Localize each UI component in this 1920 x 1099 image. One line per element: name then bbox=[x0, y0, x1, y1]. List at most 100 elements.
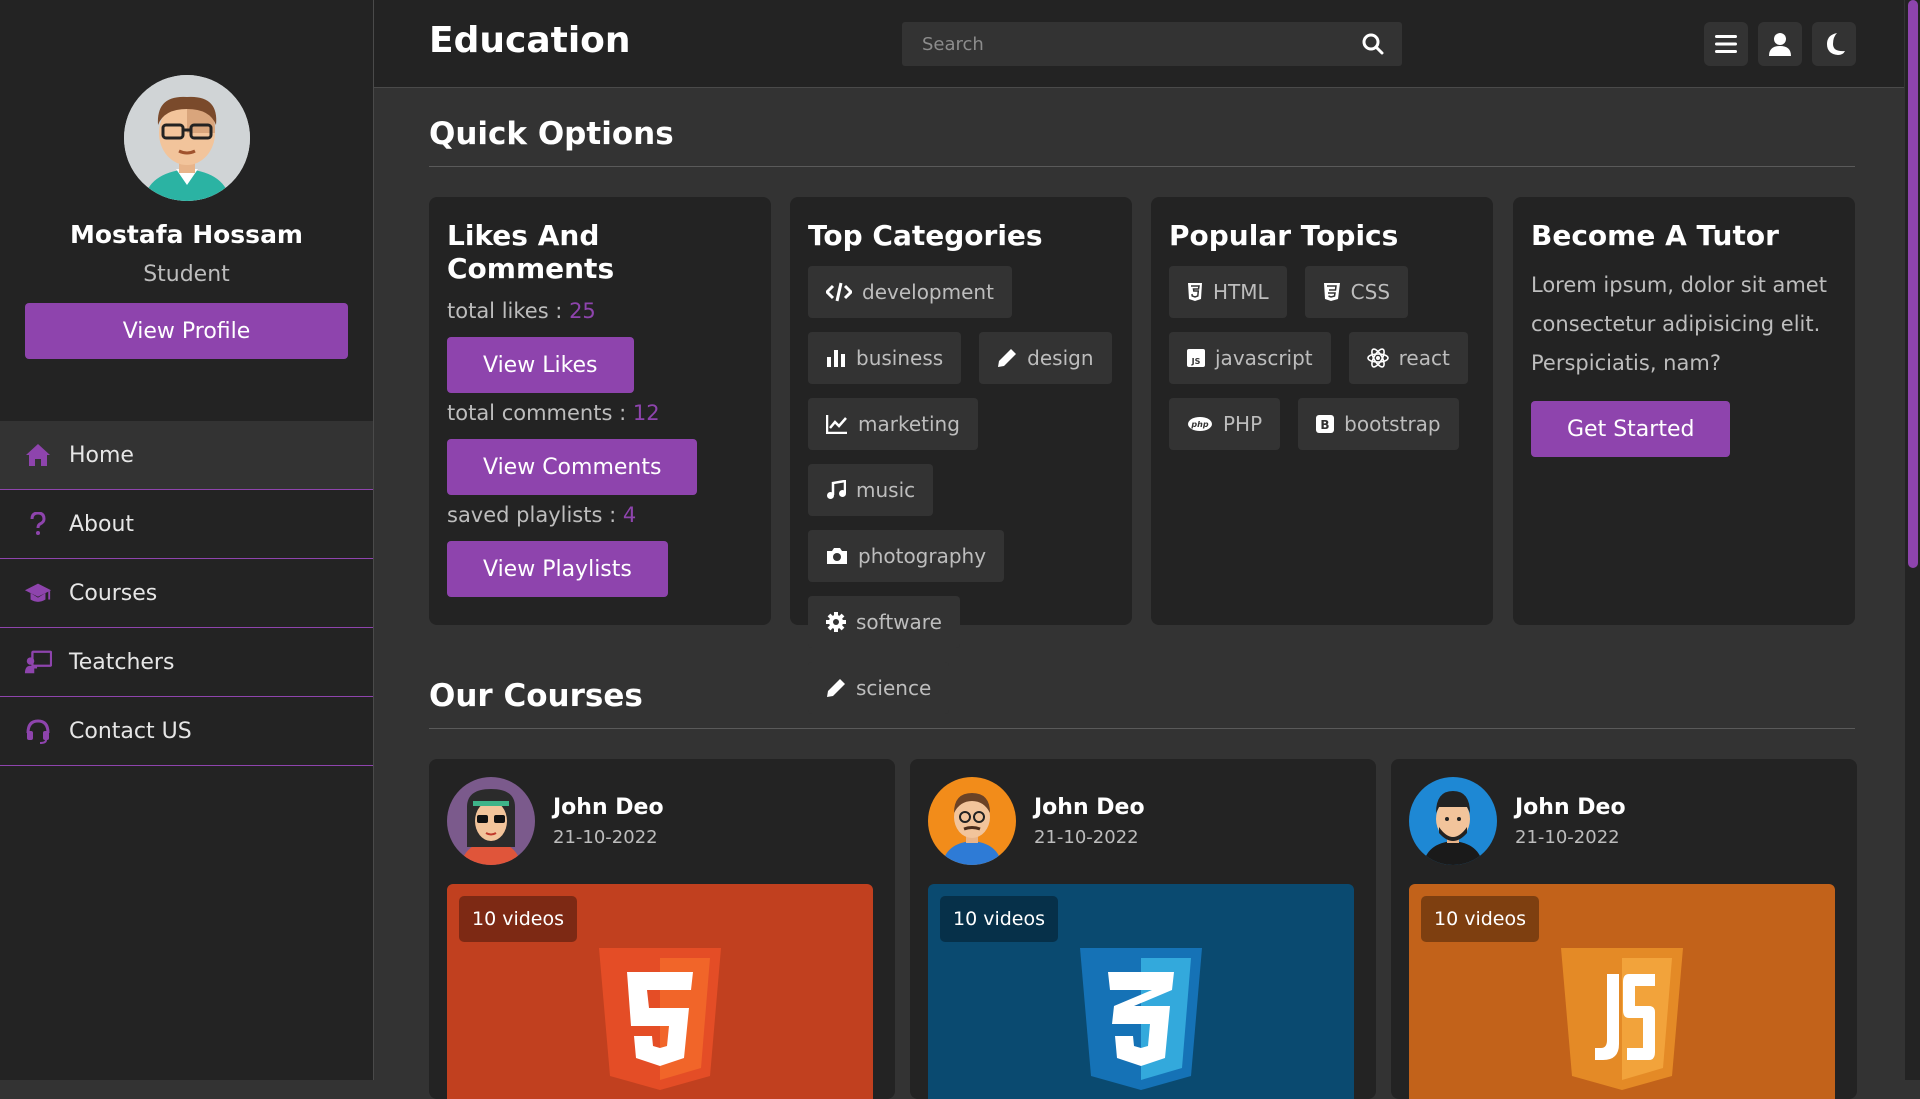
app-logo[interactable]: Education bbox=[429, 20, 631, 61]
topic-css[interactable]: CSS bbox=[1304, 266, 1409, 318]
sidebar-item-label: About bbox=[69, 511, 135, 537]
search-input[interactable] bbox=[902, 22, 1342, 66]
category-music[interactable]: music bbox=[808, 464, 934, 516]
sidebar-item-teachers[interactable]: Teatchers bbox=[0, 628, 373, 697]
scrollbar[interactable] bbox=[1905, 0, 1920, 1080]
css3-logo-icon bbox=[1080, 948, 1202, 1090]
course-card[interactable]: John Deo 21-10-2022 10 videos bbox=[429, 759, 895, 1099]
chalkboard-teacher-icon bbox=[24, 648, 52, 676]
category-list: development business design marketing mu… bbox=[808, 266, 1114, 714]
profile-section: Mostafa Hossam Student View Profile bbox=[0, 0, 373, 420]
avatar bbox=[124, 75, 250, 201]
menu-icon bbox=[1715, 35, 1737, 53]
svg-text:JS: JS bbox=[1191, 357, 1201, 366]
bootstrap-icon: B bbox=[1316, 415, 1335, 433]
videos-count-badge: 10 videos bbox=[459, 896, 578, 942]
profile-role: Student bbox=[143, 262, 230, 287]
course-thumbnail[interactable]: 10 videos bbox=[928, 884, 1354, 1099]
topic-javascript[interactable]: JS javascript bbox=[1169, 332, 1331, 384]
view-playlists-button[interactable]: View Playlists bbox=[447, 541, 668, 597]
likes-comments-box: Likes And Comments total likes : 25 View… bbox=[429, 197, 771, 625]
quick-options-title: Quick Options bbox=[429, 116, 1855, 167]
course-date: 21-10-2022 bbox=[1034, 827, 1139, 848]
search-box bbox=[902, 22, 1402, 66]
topic-react[interactable]: react bbox=[1348, 332, 1468, 384]
html5-logo-icon bbox=[599, 948, 721, 1090]
menu-button[interactable] bbox=[1704, 22, 1748, 66]
get-started-button[interactable]: Get Started bbox=[1531, 401, 1731, 457]
camera-icon bbox=[827, 548, 847, 564]
pen-icon bbox=[998, 349, 1017, 367]
css3-icon bbox=[1323, 283, 1340, 301]
moon-icon bbox=[1827, 33, 1845, 55]
topic-php[interactable]: php PHP bbox=[1169, 398, 1281, 450]
tutor-avatar bbox=[1409, 777, 1497, 865]
search-icon[interactable] bbox=[1362, 33, 1384, 55]
top-categories-box: Top Categories development business desi… bbox=[790, 197, 1132, 714]
header: Education bbox=[374, 0, 1904, 88]
sidebar-item-label: Home bbox=[69, 442, 134, 468]
box-title: Likes And Comments bbox=[447, 219, 615, 285]
course-thumbnail[interactable]: 10 videos bbox=[1409, 884, 1835, 1099]
music-icon bbox=[827, 480, 846, 499]
view-profile-button[interactable]: View Profile bbox=[25, 303, 348, 359]
view-comments-button[interactable]: View Comments bbox=[447, 439, 698, 495]
svg-text:B: B bbox=[1321, 418, 1330, 432]
profile-name: Mostafa Hossam bbox=[70, 220, 303, 249]
theme-toggle-button[interactable] bbox=[1812, 22, 1856, 66]
line-chart-icon bbox=[826, 415, 847, 434]
react-icon bbox=[1366, 348, 1389, 368]
gear-icon bbox=[826, 612, 846, 632]
sidebar-nav: Home About Courses Teatchers Contact US bbox=[0, 421, 373, 766]
sidebar-item-label: Contact US bbox=[69, 718, 192, 744]
view-likes-button[interactable]: View Likes bbox=[447, 337, 634, 393]
videos-count-badge: 10 videos bbox=[1421, 896, 1540, 942]
tutor-name: John Deo bbox=[1515, 795, 1626, 820]
category-business[interactable]: business bbox=[808, 332, 962, 384]
category-software[interactable]: software bbox=[808, 596, 960, 648]
svg-text:php: php bbox=[1190, 420, 1208, 429]
sidebar-item-label: Teatchers bbox=[69, 649, 175, 675]
question-icon bbox=[24, 510, 52, 538]
course-thumbnail[interactable]: 10 videos bbox=[447, 884, 873, 1099]
tutor-avatar bbox=[447, 777, 535, 865]
sidebar-item-courses[interactable]: Courses bbox=[0, 559, 373, 628]
box-title: Become A Tutor bbox=[1531, 219, 1779, 252]
main-content: Quick Options Likes And Comments total l… bbox=[374, 88, 1904, 1099]
sidebar: Mostafa Hossam Student View Profile Home… bbox=[0, 0, 374, 1080]
box-title: Top Categories bbox=[808, 219, 1043, 252]
course-date: 21-10-2022 bbox=[1515, 827, 1620, 848]
scrollbar-thumb[interactable] bbox=[1908, 0, 1918, 568]
sidebar-item-label: Courses bbox=[69, 580, 158, 606]
javascript-logo-icon bbox=[1561, 948, 1683, 1090]
sidebar-item-home[interactable]: Home bbox=[0, 421, 373, 490]
topic-bootstrap[interactable]: B bootstrap bbox=[1298, 398, 1459, 450]
videos-count-badge: 10 videos bbox=[940, 896, 1059, 942]
total-likes: total likes : 25 bbox=[447, 299, 596, 323]
course-card[interactable]: John Deo 21-10-2022 10 videos bbox=[910, 759, 1376, 1099]
sidebar-item-contact[interactable]: Contact US bbox=[0, 697, 373, 766]
tutor-name: John Deo bbox=[1034, 795, 1145, 820]
popular-topics-box: Popular Topics HTML CSS JS javascript re… bbox=[1151, 197, 1493, 625]
sidebar-item-about[interactable]: About bbox=[0, 490, 373, 559]
total-comments: total comments : 12 bbox=[447, 401, 660, 425]
become-tutor-box: Become A Tutor Lorem ipsum, dolor sit am… bbox=[1513, 197, 1855, 625]
code-icon bbox=[826, 282, 852, 302]
saved-playlists: saved playlists : 4 bbox=[447, 503, 637, 527]
user-icon bbox=[1769, 33, 1791, 56]
user-button[interactable] bbox=[1758, 22, 1802, 66]
tutor-description: Lorem ipsum, dolor sit amet consectetur … bbox=[1531, 273, 1827, 375]
bar-chart-icon bbox=[827, 350, 845, 367]
category-marketing[interactable]: marketing bbox=[808, 398, 978, 450]
category-development[interactable]: development bbox=[808, 266, 1012, 318]
headset-icon bbox=[24, 717, 52, 745]
topic-html[interactable]: HTML bbox=[1169, 266, 1287, 318]
course-card[interactable]: John Deo 21-10-2022 10 videos bbox=[1391, 759, 1857, 1099]
category-photography[interactable]: photography bbox=[808, 530, 1005, 582]
topic-list: HTML CSS JS javascript react php PHP B b… bbox=[1169, 266, 1475, 450]
php-icon: php bbox=[1188, 417, 1212, 431]
html5-icon bbox=[1188, 283, 1202, 301]
javascript-icon: JS bbox=[1187, 349, 1205, 367]
tutor-name: John Deo bbox=[553, 795, 664, 820]
category-design[interactable]: design bbox=[979, 332, 1112, 384]
